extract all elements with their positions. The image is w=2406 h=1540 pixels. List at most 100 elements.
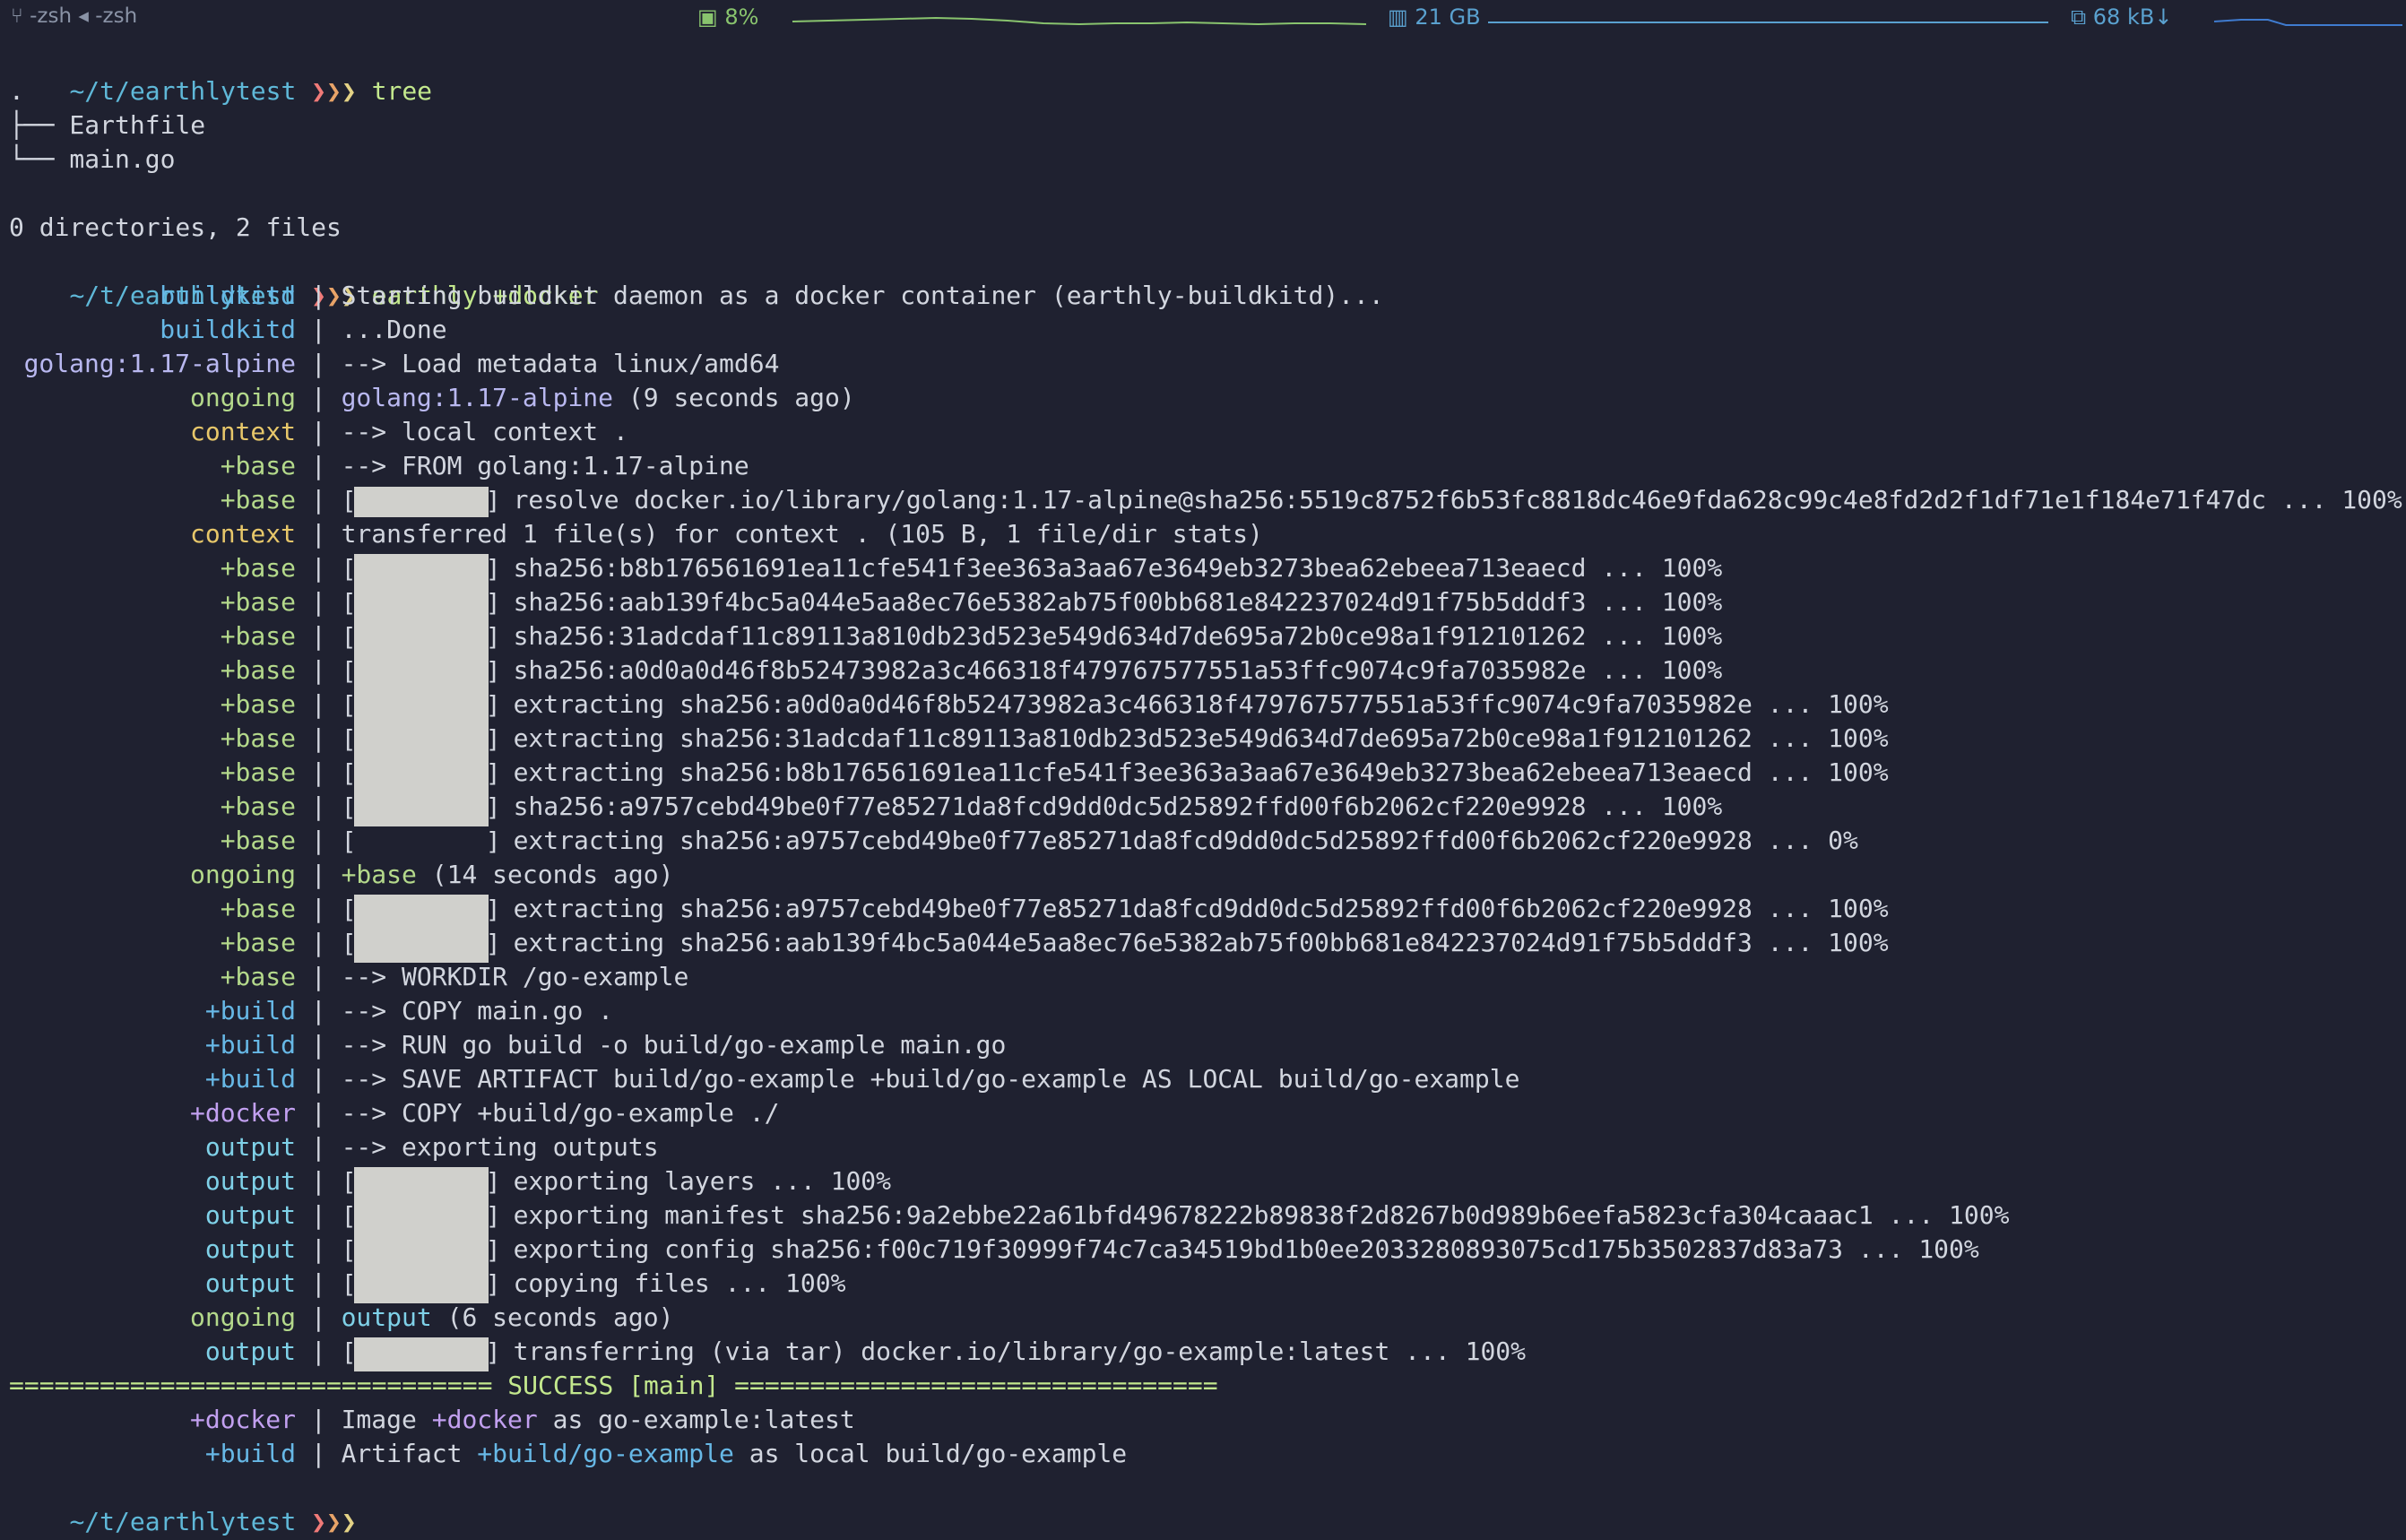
log-line: +base | [] extracting sha256:a0d0a0d46f8b… [9,688,2402,724]
log-line: +docker | --> COPY +build/go-example ./ [9,1096,2402,1130]
log-line: +base | --> WORKDIR /go-example [9,960,2402,994]
progress-bar: [] [342,690,501,724]
log-prefix: output [204,1234,296,1264]
progress-bar: [] [342,486,501,517]
log-separator: | [296,1234,342,1264]
tree-entry: ├── Earthfile [9,110,206,140]
log-message: Starting buildkit daemon as a docker con… [341,281,1384,310]
log-line: +base | [] extracting sha256:b8b176561691… [9,756,2402,792]
branch-icon: ⑂ [11,4,23,28]
log-prefix: ongoing [189,1302,296,1332]
terminal-output[interactable]: ~/t/earthlytest ❯❯❯ tree . ├── Earthfile… [9,40,2402,1536]
log-message: (6 seconds ago) [431,1302,674,1332]
log-message: +docker [431,1405,538,1434]
log-prefix: +build [204,996,296,1025]
progress-bar: [] [342,1201,501,1235]
log-prefix: ongoing [189,860,296,889]
log-separator: | [296,723,342,753]
network-indicator: ⧉ 68 kB↓ [2071,4,2172,30]
log-separator: | [296,587,342,617]
command-text: tree [371,76,433,106]
progress-bar: [] [342,554,501,588]
log-message: exporting config sha256:f00c719f30999f74… [513,1234,1979,1264]
progress-bar: [] [342,588,501,622]
progress-bracket: ] [485,588,501,618]
log-separator: | [296,1268,342,1298]
log-line: +base | [] extracting sha256:aab139f4bc5a… [9,926,2402,963]
log-separator: | [296,519,342,549]
log-prefix: +build [204,1439,296,1468]
log-line: +base | [] sha256:b8b176561691ea11cfe541f… [9,551,2402,588]
log-prefix: output [204,1268,296,1298]
log-message: as local build/go-example [733,1439,1128,1468]
log-line: +build | Artifact +build/go-example as l… [9,1437,2402,1471]
progress-fill [353,487,489,517]
log-line: output | --> exporting outputs [9,1130,2402,1164]
progress-bracket: [ [341,826,357,856]
log-prefix: +base [220,962,296,991]
log-line: +base | [] sha256:a0d0a0d46f8b52473982a3c… [9,653,2402,690]
log-message: as go-example:latest [537,1405,855,1434]
progress-fill [353,622,489,656]
log-separator: | [296,349,342,378]
log-message: sha256:aab139f4bc5a044e5aa8ec76e5382ab75… [513,587,1723,617]
log-separator: | [296,792,342,821]
log-message: --> exporting outputs [341,1132,659,1162]
tree-entry: └── main.go [9,144,176,174]
progress-bracket: ] [485,724,501,754]
prompt-arrow-icon: ❯ [326,76,342,106]
memory-sparkline [1488,22,2048,23]
log-prefix: +base [220,689,296,719]
progress-fill [353,758,489,792]
prompt-arrow-icon: ❯ [341,1507,357,1536]
log-separator: | [296,383,342,412]
log-message: (9 seconds ago) [613,383,855,412]
log-line: +build | --> RUN go build -o build/go-ex… [9,1028,2402,1062]
log-separator: | [296,281,342,310]
log-line: +base | [] resolve docker.io/library/gola… [9,483,2402,517]
progress-bar: [] [342,758,501,792]
prompt-line: ~/t/earthlytest ❯❯❯ earthly +docker [9,245,2402,310]
log-message: --> WORKDIR /go-example [341,962,689,991]
log-message: exporting layers ... 100% [513,1166,892,1196]
log-prefix: +base [220,655,296,685]
progress-bar: [] [342,826,501,857]
log-prefix: output [204,1166,296,1196]
log-separator: | [296,553,342,583]
log-message: copying files ... 100% [513,1268,846,1298]
log-prefix: context [189,417,296,446]
log-message: sha256:a9757cebd49be0f77e85271da8fcd9dd0… [513,792,1723,821]
log-separator: | [296,757,342,787]
log-prefix: +build [204,1030,296,1060]
log-separator: | [296,1405,342,1434]
progress-bar: [] [342,656,501,690]
log-line: context | --> local context . [9,415,2402,449]
network-sparkline [2213,19,2402,26]
log-prefix: +base [220,553,296,583]
cpu-value: 8% [724,4,759,30]
prompt-path: ~/t/earthlytest [69,1507,297,1536]
log-separator: | [296,962,342,991]
progress-bracket: ] [485,656,501,686]
progress-fill [353,656,489,690]
log-line: output | [] copying files ... 100% [9,1267,2402,1303]
log-separator: | [296,485,342,515]
log-separator: | [296,860,342,889]
progress-bar: [] [342,622,501,656]
log-separator: | [296,1064,342,1094]
log-message: --> local context . [341,417,628,446]
log-prefix: output [204,1200,296,1230]
log-line: context | transferred 1 file(s) for cont… [9,517,2402,551]
log-separator: | [296,655,342,685]
log-line: ongoing | golang:1.17-alpine (9 seconds … [9,381,2402,415]
log-message: sha256:31adcdaf11c89113a810db23d523e549d… [513,621,1723,651]
log-line: +base | --> FROM golang:1.17-alpine [9,449,2402,483]
build-summary: +docker | Image +docker as go-example:la… [9,1403,2402,1471]
log-line: +base | [] sha256:31adcdaf11c89113a810db2… [9,619,2402,656]
log-separator: | [296,1166,342,1196]
log-prefix: +docker [189,1098,296,1128]
session-tab[interactable]: ⑂ -zsh ◂ -zsh [11,4,137,28]
log-prefix: buildkitd [160,315,296,344]
log-message: exporting manifest sha256:9a2ebbe22a61bf… [513,1200,2010,1230]
